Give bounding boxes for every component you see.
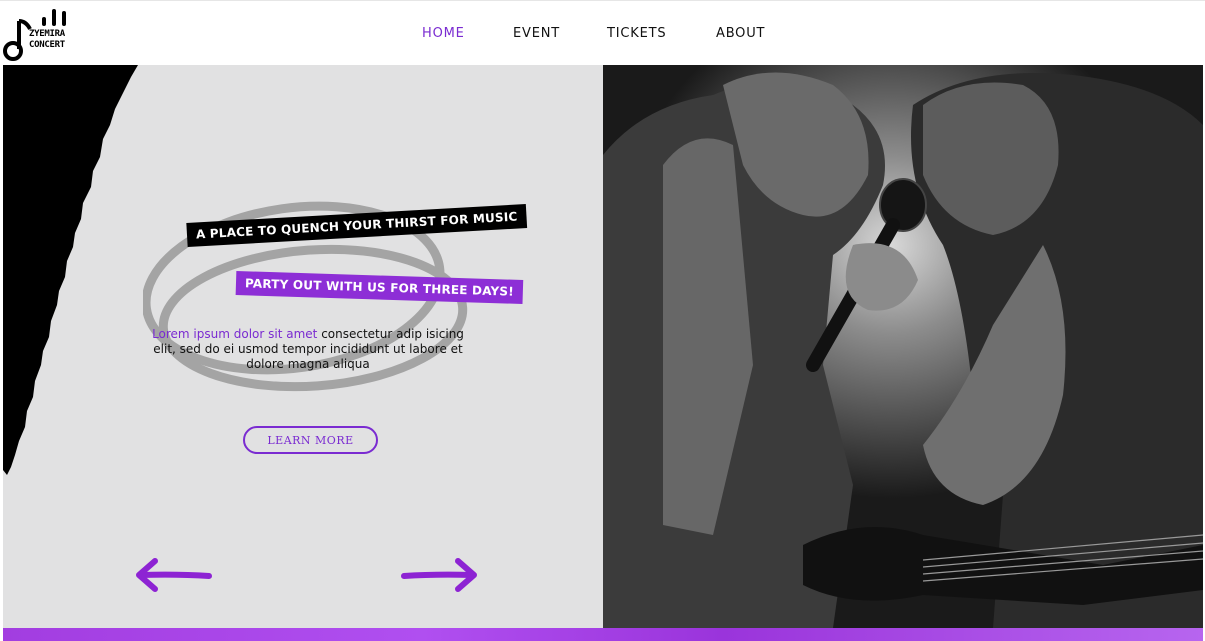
- main-nav: HOME EVENT TICKETS ABOUT: [0, 1, 1205, 66]
- torn-paper-shape: [3, 65, 138, 475]
- bottom-banner-strip: [3, 628, 1203, 641]
- arrow-left-icon[interactable]: [133, 555, 213, 595]
- site-header: ZYEMIRA CONCERT HOME EVENT TICKETS ABOUT: [0, 0, 1205, 65]
- nav-home[interactable]: HOME: [422, 26, 465, 41]
- description-highlight: Lorem ipsum dolor sit amet: [152, 327, 318, 341]
- photo-illustration: [603, 65, 1203, 628]
- hero-panel: A PLACE TO QUENCH YOUR THIRST FOR MUSIC …: [3, 65, 603, 628]
- hero-description: Lorem ipsum dolor sit amet consectetur a…: [148, 327, 468, 372]
- learn-more-button[interactable]: LEARN MORE: [243, 426, 378, 454]
- arrow-right-icon[interactable]: [400, 555, 480, 595]
- nav-event[interactable]: EVENT: [513, 26, 560, 41]
- nav-about[interactable]: ABOUT: [716, 26, 765, 41]
- concert-singers-photo: [603, 65, 1203, 628]
- nav-tickets[interactable]: TICKETS: [607, 26, 666, 41]
